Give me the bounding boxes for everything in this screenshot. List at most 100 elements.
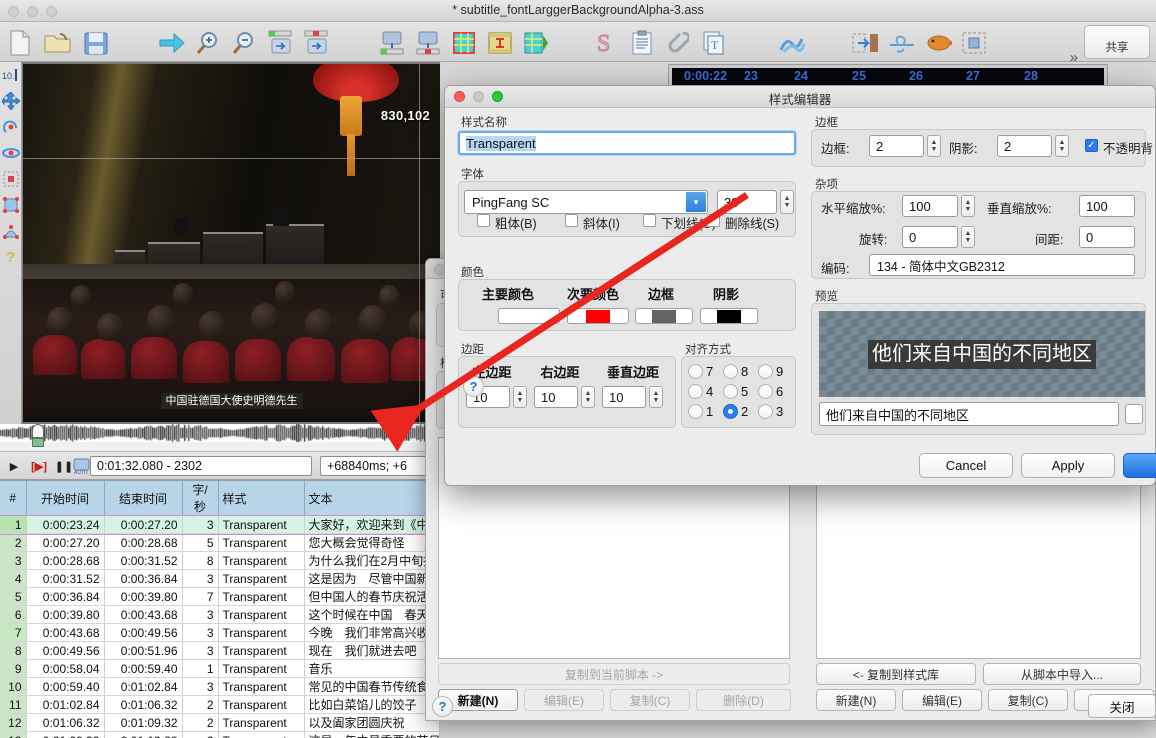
- move-icon[interactable]: [0, 88, 22, 114]
- align-option-6[interactable]: [758, 384, 773, 399]
- numeric-position-icon[interactable]: 10.: [0, 62, 22, 88]
- italic-checkbox[interactable]: [565, 214, 578, 227]
- font-size-stepper[interactable]: ▲ ▼: [780, 190, 794, 214]
- play-button[interactable]: ▶: [6, 458, 22, 474]
- copy-to-current-script-button[interactable]: 复制到当前脚本 ->: [438, 663, 790, 685]
- shift-end-time-icon[interactable]: [302, 29, 330, 57]
- zoom-out-icon[interactable]: [230, 29, 258, 57]
- snap-start-to-video-icon[interactable]: [378, 29, 406, 57]
- column-header-text[interactable]: 文本: [304, 481, 440, 516]
- copy-to-library-button[interactable]: <- 复制到样式库: [816, 663, 976, 685]
- import-from-script-button[interactable]: 从脚本中导入...: [983, 663, 1141, 685]
- table-row[interactable]: 3 0:00:28.68 0:00:31.52 8 Transparent 为什么我们在2…: [0, 551, 440, 570]
- font-family-select[interactable]: PingFang SC ▾: [464, 190, 708, 214]
- shadow-depth-stepper[interactable]: ▲ ▼: [1055, 135, 1069, 157]
- opaque-box-checkbox[interactable]: [1085, 139, 1098, 152]
- align-option-9[interactable]: [758, 364, 773, 379]
- attachments-grid-icon[interactable]: [486, 29, 514, 57]
- table-row[interactable]: 2 0:00:27.20 0:00:28.68 5 Transparent 您大概会觉得奇…: [0, 533, 440, 552]
- waveform-display[interactable]: [0, 424, 440, 442]
- outline-color-swatch[interactable]: [635, 308, 693, 324]
- table-row[interactable]: 5 0:00:36.84 0:00:39.80 7 Transparent 但中国人的春节…: [0, 587, 440, 606]
- left-copy-button[interactable]: 复制(C): [610, 689, 690, 711]
- scale-x-input[interactable]: 100: [902, 195, 958, 217]
- table-row[interactable]: 7 0:00:43.68 0:00:49.56 3 Transparent 今晚 我们非常…: [0, 623, 440, 642]
- table-row[interactable]: 11 0:01:02.84 0:01:06.32 2 Transparent 比如白菜馅儿…: [0, 695, 440, 714]
- rotate-z-icon[interactable]: [0, 114, 22, 140]
- clip-rect-icon[interactable]: [0, 192, 22, 218]
- rotate-input[interactable]: 0: [902, 226, 958, 248]
- column-header-end[interactable]: 结束时间: [104, 481, 183, 516]
- subtitle-grid[interactable]: # 开始时间 结束时间 字/秒 样式 文本 1 0:00:23.24 0:00:27…: [0, 480, 440, 738]
- outline-width-stepper[interactable]: ▲ ▼: [927, 135, 941, 157]
- scale-x-stepper[interactable]: ▲ ▼: [961, 195, 975, 217]
- scale-icon[interactable]: [0, 166, 22, 192]
- spacing-input[interactable]: 0: [1079, 226, 1135, 248]
- attachments-icon[interactable]: [664, 29, 692, 57]
- time-offset-field[interactable]: +68840ms; +6: [320, 456, 440, 476]
- zoom-in-icon[interactable]: [194, 29, 222, 57]
- share-button[interactable]: 共享: [1084, 25, 1150, 59]
- align-option-5[interactable]: [723, 384, 738, 399]
- table-row[interactable]: 9 0:00:58.04 0:00:59.40 1 Transparent 音乐: [0, 659, 440, 678]
- margin-vertical-input[interactable]: 10: [602, 386, 646, 408]
- open-file-icon[interactable]: [44, 29, 72, 57]
- align-option-7[interactable]: [688, 364, 703, 379]
- table-row[interactable]: 10 0:00:59.40 0:01:02.84 3 Transparent 常见的中国春…: [0, 677, 440, 696]
- pause-button[interactable]: ❚❚: [55, 458, 73, 474]
- margin-left-stepper[interactable]: ▲ ▼: [513, 386, 527, 408]
- fonts-collector-icon[interactable]: [924, 29, 952, 57]
- align-option-4[interactable]: [688, 384, 703, 399]
- waveform-playhead[interactable]: [32, 424, 44, 450]
- table-row[interactable]: 1 0:00:23.24 0:00:27.20 3 Transparent 大家好，欢迎来…: [0, 514, 440, 535]
- right-new-button[interactable]: 新建(N): [816, 689, 896, 711]
- margin-right-stepper[interactable]: ▲ ▼: [581, 386, 595, 408]
- table-row[interactable]: 130:01:09.320:01:13.282Transparent这是一年中最…: [0, 731, 440, 738]
- table-row[interactable]: 8 0:00:49.56 0:00:51.96 3 Transparent 现在 我们就进…: [0, 641, 440, 660]
- column-header-style[interactable]: 样式: [218, 481, 305, 516]
- cancel-button[interactable]: Cancel: [919, 453, 1013, 478]
- align-option-1[interactable]: [688, 404, 703, 419]
- styles-manager-close-button[interactable]: 关闭: [1088, 694, 1156, 718]
- encoding-select[interactable]: 134 - 简体中文GB2312: [869, 254, 1135, 276]
- chevron-down-icon[interactable]: ▾: [686, 192, 706, 212]
- column-header-index[interactable]: #: [0, 481, 27, 516]
- column-header-cps[interactable]: 字/秒: [182, 481, 219, 516]
- table-row[interactable]: 6 0:00:39.80 0:00:43.68 3 Transparent 这个时候在中国…: [0, 605, 440, 624]
- font-size-input[interactable]: 30: [717, 190, 777, 214]
- apply-button[interactable]: Apply: [1021, 453, 1115, 478]
- rotate-stepper[interactable]: ▲ ▼: [961, 226, 975, 248]
- outline-width-input[interactable]: 2: [869, 135, 924, 157]
- resample-resolution-icon[interactable]: [960, 29, 988, 57]
- shift-times-icon[interactable]: [852, 29, 880, 57]
- selection-time-field[interactable]: 0:01:32.080 - 2302: [90, 456, 312, 476]
- right-edit-button[interactable]: 编辑(E): [902, 689, 982, 711]
- primary-color-swatch[interactable]: [498, 308, 560, 324]
- table-row[interactable]: 4 0:00:31.52 0:00:36.84 3 Transparent 这是因为 尽管…: [0, 569, 440, 588]
- video-preview[interactable]: 830,102 中国驻德国大使史明德先生: [23, 64, 440, 422]
- save-file-icon[interactable]: [82, 29, 110, 57]
- spell-check-icon[interactable]: S: [592, 29, 620, 57]
- margin-right-input[interactable]: 10: [534, 386, 578, 408]
- secondary-color-swatch[interactable]: [567, 308, 629, 324]
- preview-text-input[interactable]: 他们来自中国的不同地区: [819, 402, 1119, 426]
- styles-manager-icon[interactable]: [450, 29, 478, 57]
- shadow-depth-input[interactable]: 2: [997, 135, 1052, 157]
- scale-y-input[interactable]: 100: [1079, 195, 1135, 217]
- styles-manager-help-button[interactable]: ?: [432, 696, 453, 717]
- script-properties-icon[interactable]: [628, 29, 656, 57]
- clip-vector-icon[interactable]: [0, 218, 22, 244]
- strikeout-checkbox[interactable]: [707, 214, 720, 227]
- translation-assistant-icon[interactable]: [888, 29, 916, 57]
- next-line-arrow-icon[interactable]: [158, 29, 186, 57]
- play-selection-button[interactable]: [▶]: [26, 458, 52, 474]
- left-edit-button[interactable]: 编辑(E): [524, 689, 604, 711]
- align-option-3[interactable]: [758, 404, 773, 419]
- kanji-timer-icon[interactable]: [778, 29, 806, 57]
- style-name-input[interactable]: Transparent: [458, 131, 796, 155]
- snap-end-to-video-icon[interactable]: [414, 29, 442, 57]
- shift-start-time-icon[interactable]: [266, 29, 294, 57]
- table-row[interactable]: 12 0:01:06.32 0:01:09.32 2 Transparent 以及阖家团圆…: [0, 713, 440, 732]
- bold-checkbox[interactable]: [477, 214, 490, 227]
- style-editor-help-button[interactable]: ?: [463, 376, 484, 397]
